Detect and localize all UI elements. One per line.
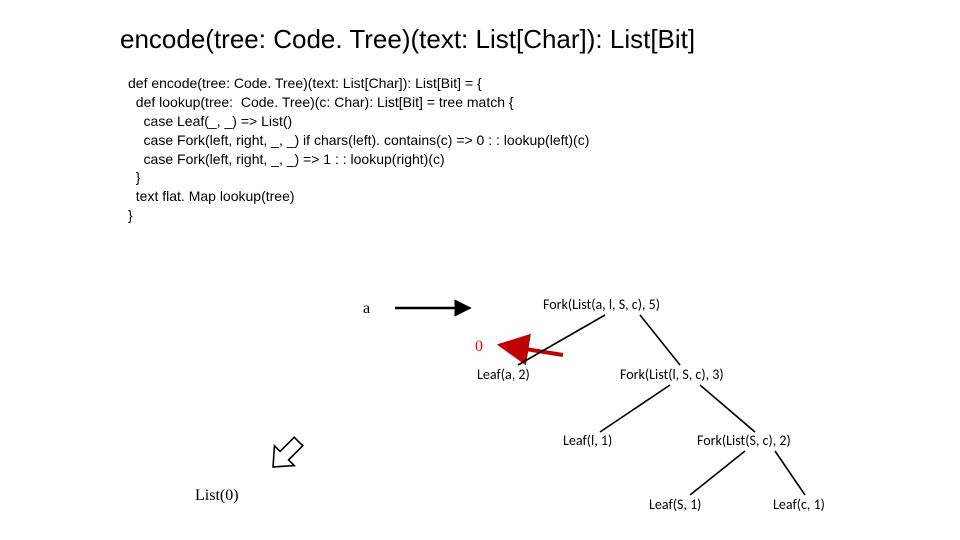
tree-node-leaf-c: Leaf(c, 1) bbox=[773, 496, 825, 513]
code-line-4: case Fork(left, right, _, _) if chars(le… bbox=[128, 132, 589, 148]
slide: encode(tree: Code. Tree)(text: List[Char… bbox=[0, 0, 960, 540]
tree-edge-lsc-right bbox=[700, 385, 755, 432]
code-line-6: } bbox=[128, 169, 140, 185]
code-line-7: text flat. Map lookup(tree) bbox=[128, 188, 295, 204]
lookup-char-label: a bbox=[363, 300, 370, 318]
hollow-arrow-icon bbox=[263, 432, 308, 477]
code-block: def encode(tree: Code. Tree)(text: List[… bbox=[128, 74, 589, 225]
tree-edge-root-left bbox=[518, 315, 605, 365]
slide-title: encode(tree: Code. Tree)(text: List[Char… bbox=[120, 24, 695, 55]
tree-node-leaf-a: Leaf(a, 2) bbox=[477, 366, 530, 383]
tree-node-root: Fork(List(a, l, S, c), 5) bbox=[543, 296, 660, 313]
code-line-1: def encode(tree: Code. Tree)(text: List[… bbox=[128, 75, 482, 91]
tree-edge-root-right bbox=[640, 315, 680, 365]
code-line-8: } bbox=[128, 207, 133, 223]
arrow-red-bit0 bbox=[500, 345, 563, 355]
code-line-2: def lookup(tree: Code. Tree)(c: Char): L… bbox=[128, 94, 514, 110]
tree-edge-sc-right bbox=[775, 451, 805, 495]
tree-node-leaf-s: Leaf(S, 1) bbox=[649, 496, 701, 513]
code-line-3: case Leaf(_, _) => List() bbox=[128, 113, 292, 129]
tree-node-fork-sc: Fork(List(S, c), 2) bbox=[697, 432, 791, 449]
tree-edge-lsc-left bbox=[600, 385, 670, 432]
tree-node-fork-lsc: Fork(List(l, S, c), 3) bbox=[620, 366, 724, 383]
tree-node-leaf-l: Leaf(l, 1) bbox=[563, 432, 612, 449]
result-label: List(0) bbox=[195, 487, 239, 505]
code-line-5: case Fork(left, right, _, _) => 1 : : lo… bbox=[128, 151, 445, 167]
tree-edge-sc-left bbox=[690, 451, 745, 495]
bit-zero-label: 0 bbox=[475, 338, 483, 356]
